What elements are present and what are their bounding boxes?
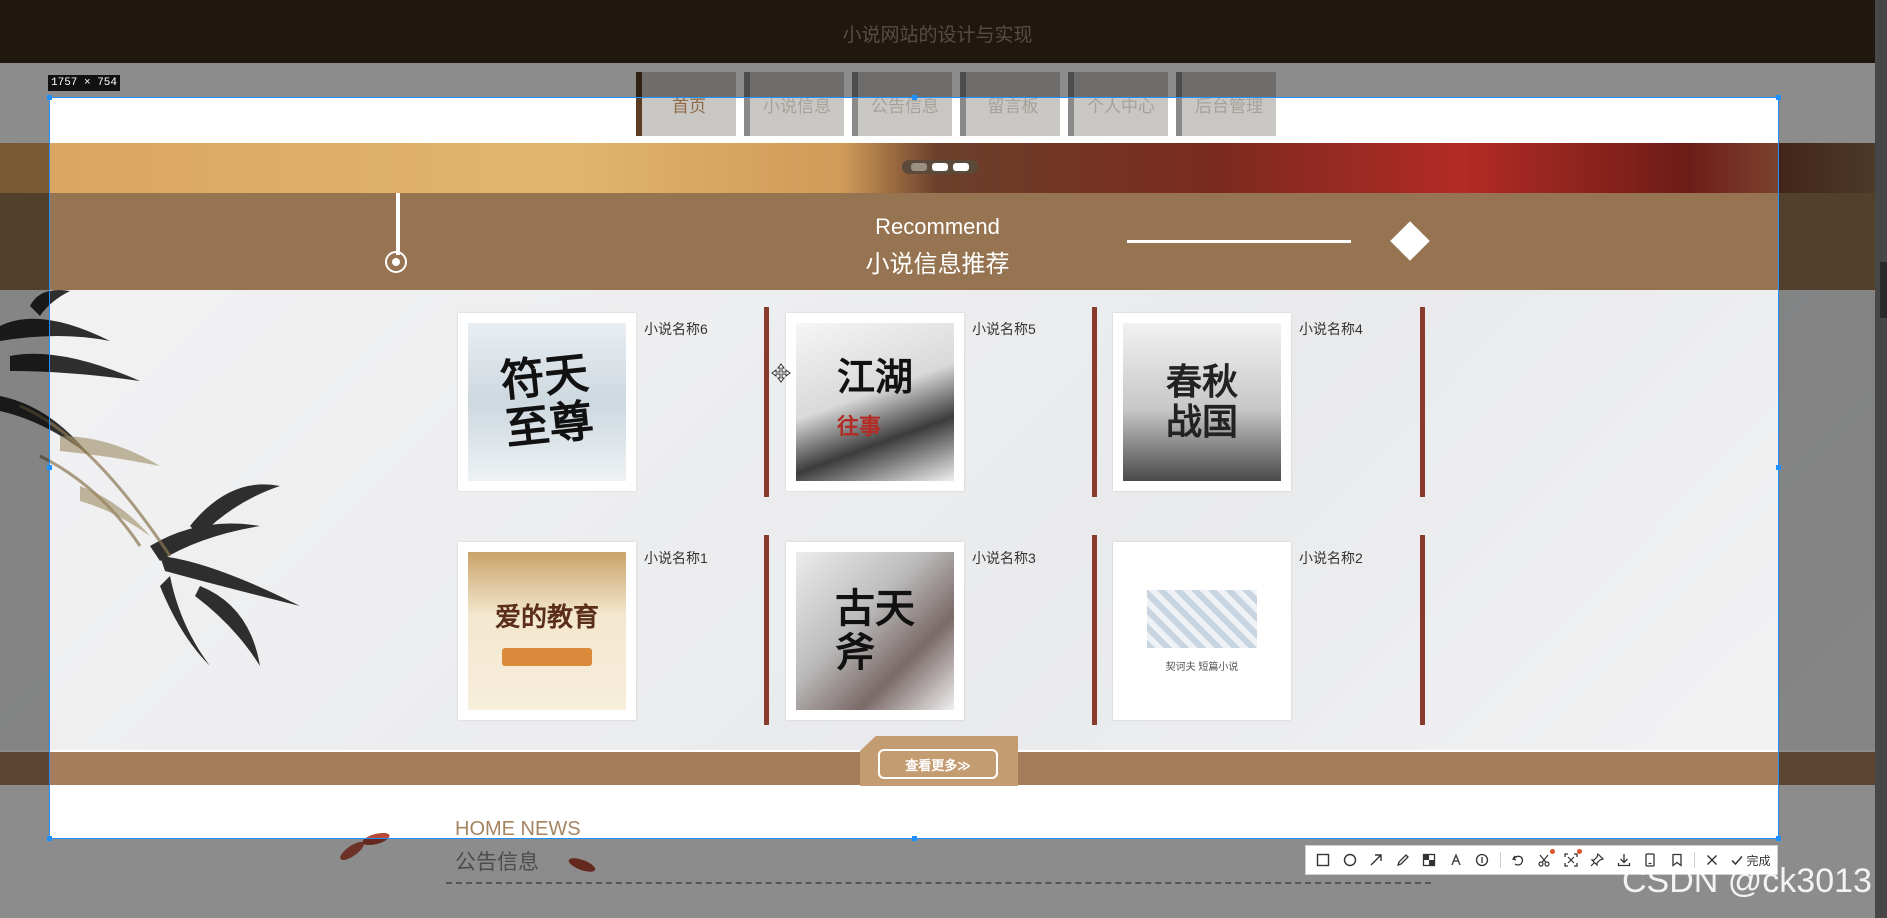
region-icon[interactable] <box>1562 849 1582 869</box>
arrow-icon[interactable] <box>1367 851 1385 869</box>
move-cursor-icon <box>771 363 791 383</box>
capture-size-label: 1757 × 754 <box>48 75 121 91</box>
resize-handle[interactable] <box>912 95 917 100</box>
capture-dim-overlay <box>0 97 49 839</box>
capture-dim-overlay <box>0 0 1875 97</box>
undo-icon[interactable] <box>1509 851 1527 869</box>
notification-dot <box>1576 849 1582 854</box>
cut-icon[interactable] <box>1535 849 1555 869</box>
resize-handle[interactable] <box>47 465 52 470</box>
resize-handle[interactable] <box>47 95 52 100</box>
rectangle-icon[interactable] <box>1314 851 1332 869</box>
text-icon[interactable] <box>1447 851 1465 869</box>
toolbar-separator <box>1499 852 1501 868</box>
mosaic-icon[interactable] <box>1420 851 1438 869</box>
ellipse-icon[interactable] <box>1341 851 1359 869</box>
resize-handle[interactable] <box>1776 465 1781 470</box>
pencil-icon[interactable] <box>1394 851 1412 869</box>
pin-icon[interactable] <box>1588 851 1606 869</box>
capture-dim-overlay <box>1779 97 1875 839</box>
resize-handle[interactable] <box>47 836 52 841</box>
resize-handle[interactable] <box>912 836 917 841</box>
resize-handle[interactable] <box>1776 95 1781 100</box>
number-icon[interactable] <box>1473 851 1491 869</box>
capture-selection[interactable] <box>49 97 1779 839</box>
notification-dot <box>1550 849 1555 854</box>
resize-handle[interactable] <box>1776 836 1781 841</box>
watermark: CSDN @ck3013 <box>1622 862 1872 900</box>
scrollbar-thumb[interactable] <box>1880 262 1887 318</box>
scrollbar[interactable] <box>1875 0 1887 918</box>
